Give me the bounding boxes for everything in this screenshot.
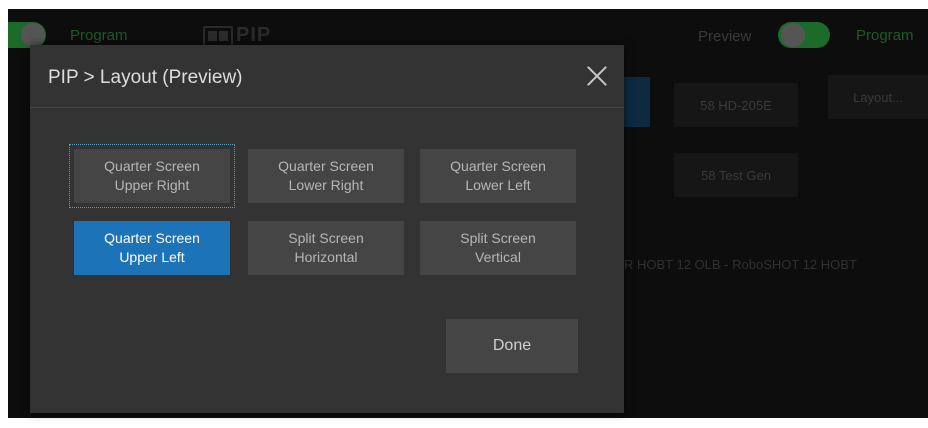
option-line1: Split Screen: [288, 230, 364, 246]
option-quarter-lower-right[interactable]: Quarter Screen Lower Right: [248, 149, 404, 203]
program-label-left: Program: [70, 27, 128, 44]
ticker-text: R HOBT 12 OLB - RoboSHOT 12 HOBT: [624, 257, 857, 272]
preview-label: Preview: [698, 28, 752, 45]
option-line1: Split Screen: [460, 230, 536, 246]
option-line2: Lower Right: [288, 177, 364, 193]
toggle-knob: [21, 23, 45, 47]
option-line1: Quarter Screen: [278, 158, 374, 174]
option-split-vertical[interactable]: Split Screen Vertical: [420, 221, 576, 275]
page-title: PIP: [236, 24, 272, 46]
option-line2: Upper Left: [119, 249, 185, 265]
toggle-knob: [781, 23, 805, 47]
dialog-title: PIP > Layout (Preview): [48, 67, 243, 88]
layout-button[interactable]: Layout...: [828, 75, 928, 119]
option-line2: Horizontal: [294, 249, 358, 265]
option-quarter-lower-left[interactable]: Quarter Screen Lower Left: [420, 149, 576, 203]
option-split-horizontal[interactable]: Split Screen Horizontal: [248, 221, 404, 275]
option-line2: Upper Right: [114, 177, 190, 193]
selected-source-button[interactable]: [620, 77, 650, 127]
source-button-hd[interactable]: 58 HD-205E: [674, 83, 798, 127]
option-quarter-upper-left[interactable]: Quarter Screen Upper Left: [74, 221, 230, 275]
program-label-right: Program: [856, 27, 914, 44]
option-line1: Quarter Screen: [104, 158, 200, 174]
option-line1: Quarter Screen: [104, 230, 200, 246]
preview-program-toggle[interactable]: [778, 22, 830, 48]
close-icon[interactable]: [584, 63, 610, 89]
done-button[interactable]: Done: [446, 319, 578, 373]
option-line2: Vertical: [475, 249, 521, 265]
option-line2: Lower Left: [465, 177, 531, 193]
source-button-testgen[interactable]: 58 Test Gen: [674, 153, 798, 197]
pip-layout-dialog: PIP > Layout (Preview) Quarter Screen Up…: [30, 45, 624, 413]
dialog-header: PIP > Layout (Preview): [30, 45, 624, 108]
option-quarter-upper-right[interactable]: Quarter Screen Upper Right: [69, 144, 235, 208]
option-line1: Quarter Screen: [450, 158, 546, 174]
